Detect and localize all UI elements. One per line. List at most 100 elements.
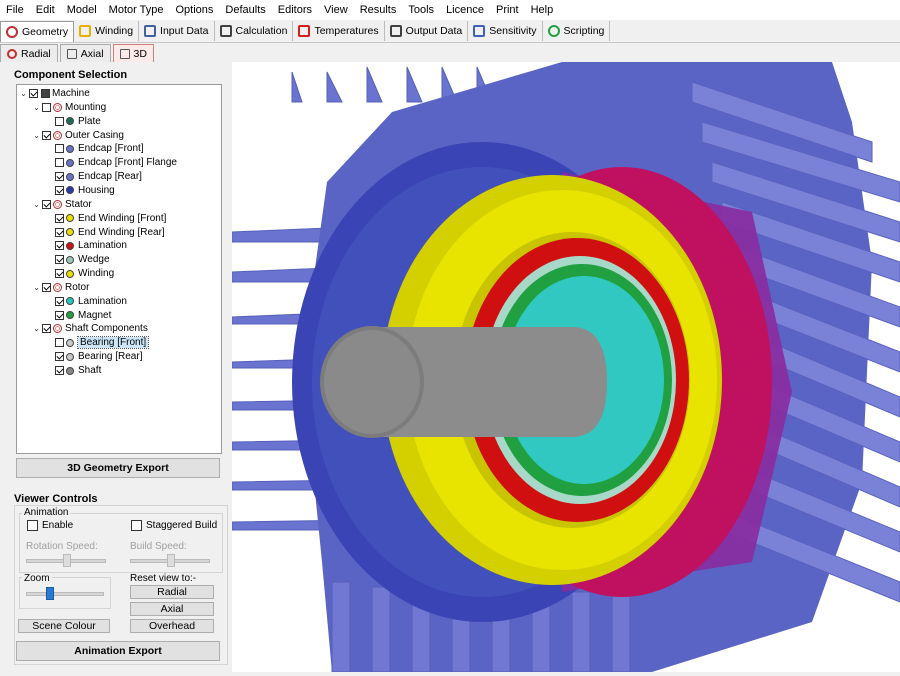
menu-options[interactable]: Options — [170, 4, 220, 16]
scene-colour-button[interactable]: Scene Colour — [18, 619, 110, 633]
tree-node[interactable]: ⌄ Mounting — [32, 101, 106, 114]
menu-edit[interactable]: Edit — [30, 4, 61, 16]
build-speed-label: Build Speed: — [130, 541, 187, 552]
reset-overhead-button[interactable]: Overhead — [130, 619, 214, 633]
animation-export-button[interactable]: Animation Export — [16, 641, 220, 661]
tree-node-checkbox[interactable] — [42, 199, 51, 209]
tree-node[interactable]: Plate — [45, 115, 101, 128]
tree-node[interactable]: Shaft — [45, 364, 101, 377]
tree-node-checkbox[interactable] — [55, 352, 64, 362]
tree-node-checkbox[interactable] — [55, 158, 64, 168]
tree-node-checkbox[interactable] — [55, 296, 64, 306]
menu-view[interactable]: View — [318, 4, 354, 16]
rotation-speed-slider[interactable] — [26, 554, 106, 567]
3d-geometry-export-button[interactable]: 3D Geometry Export — [16, 458, 220, 478]
tab-winding[interactable]: Winding — [74, 21, 140, 41]
tree-node-checkbox[interactable] — [42, 282, 51, 292]
staggered-build-checkbox-box[interactable] — [131, 520, 142, 531]
tab-calculation[interactable]: Calculation — [215, 21, 294, 41]
tree-node[interactable]: ⌄ Stator — [32, 198, 92, 211]
reset-radial-button[interactable]: Radial — [130, 585, 214, 599]
tree-node[interactable]: Winding — [45, 267, 114, 280]
tree-node[interactable]: Magnet — [45, 309, 111, 322]
tab-label: Temperatures — [314, 25, 379, 37]
tab-scripting[interactable]: Scripting — [543, 21, 611, 41]
tree-node-label: Stator — [65, 198, 92, 210]
tree-node-checkbox[interactable] — [55, 185, 64, 195]
menu-licence[interactable]: Licence — [440, 4, 490, 16]
tab-sensitivity[interactable]: Sensitivity — [468, 21, 543, 41]
tree-node-checkbox[interactable] — [42, 102, 51, 112]
menu-motor-type[interactable]: Motor Type — [103, 4, 170, 16]
staggered-build-checkbox[interactable]: Staggered Build — [130, 520, 217, 531]
tree-node-checkbox[interactable] — [55, 213, 64, 223]
tree-node[interactable]: Wedge — [45, 253, 110, 266]
subtab-3d[interactable]: 3D — [112, 44, 154, 62]
tree-node[interactable]: ⌄ Machine — [19, 87, 90, 100]
menu-defaults[interactable]: Defaults — [219, 4, 271, 16]
chevron-down-icon[interactable]: ⌄ — [32, 131, 41, 140]
component-color-icon — [66, 228, 74, 236]
build-speed-slider[interactable] — [130, 554, 210, 567]
tree-node[interactable]: Endcap [Rear] — [45, 170, 142, 183]
tree-node[interactable]: Lamination — [45, 295, 127, 308]
tree-node[interactable]: ⌄ Shaft Components — [32, 322, 148, 335]
enable-checkbox[interactable]: Enable — [26, 520, 73, 531]
left-pane: Component Selection ⌄ Machine ⌄ Mounting Pla… — [8, 64, 230, 666]
tree-node[interactable]: Bearing [Front] — [45, 336, 150, 350]
reset-axial-button[interactable]: Axial — [130, 602, 214, 616]
chevron-down-icon[interactable]: ⌄ — [32, 283, 41, 292]
component-group-icon — [53, 324, 62, 334]
tree-node-label: Lamination — [78, 295, 127, 307]
tree-node-checkbox[interactable] — [55, 255, 64, 265]
tree-node-checkbox[interactable] — [55, 269, 64, 279]
tree-node-checkbox[interactable] — [55, 172, 64, 182]
subtab-axial[interactable]: Axial — [59, 44, 111, 62]
menu-file[interactable]: File — [0, 4, 30, 16]
tree-node[interactable]: ⌄ Outer Casing — [32, 129, 124, 142]
3d-viewer-canvas[interactable] — [232, 62, 900, 672]
chevron-down-icon[interactable]: ⌄ — [32, 200, 41, 209]
tab-output-data[interactable]: Output Data — [385, 21, 469, 41]
tree-node-label: Lamination — [78, 240, 127, 252]
menu-results[interactable]: Results — [354, 4, 403, 16]
tree-node[interactable]: Lamination — [45, 239, 127, 252]
component-color-icon — [66, 297, 74, 306]
tree-node-checkbox[interactable] — [55, 227, 64, 237]
tree-node-checkbox[interactable] — [55, 366, 64, 375]
tree-node-checkbox[interactable] — [55, 144, 64, 154]
subtab-radial[interactable]: Radial — [0, 44, 58, 62]
tree-node-checkbox[interactable] — [55, 116, 64, 126]
zoom-slider[interactable] — [26, 587, 104, 600]
tree-node[interactable]: Bearing [Rear] — [45, 350, 142, 363]
tree-node-checkbox[interactable] — [42, 130, 51, 140]
menu-help[interactable]: Help — [525, 4, 560, 16]
menu-tools[interactable]: Tools — [402, 4, 440, 16]
component-tree[interactable]: ⌄ Machine ⌄ Mounting Plate ⌄ Outer Casing Endca… — [16, 84, 222, 454]
menu-print[interactable]: Print — [490, 4, 525, 16]
chevron-down-icon[interactable]: ⌄ — [32, 324, 41, 333]
tree-node[interactable]: ⌄ Rotor — [32, 281, 89, 294]
tab-input-data[interactable]: Input Data — [139, 21, 215, 41]
tree-node-checkbox[interactable] — [55, 338, 64, 348]
tree-node-checkbox[interactable] — [29, 89, 38, 98]
tree-node-checkbox[interactable] — [42, 324, 51, 334]
tree-node[interactable]: Housing — [45, 184, 115, 197]
chevron-down-icon[interactable]: ⌄ — [19, 89, 28, 98]
tab-temperatures[interactable]: Temperatures — [293, 21, 385, 41]
chevron-down-icon[interactable]: ⌄ — [32, 103, 41, 112]
tree-node[interactable]: End Winding [Rear] — [45, 226, 165, 239]
tree-node-checkbox[interactable] — [55, 241, 64, 251]
enable-checkbox-box[interactable] — [27, 520, 38, 531]
tree-node-label: Rotor — [65, 281, 90, 293]
tree-node-checkbox[interactable] — [55, 310, 64, 320]
tree-node-label: Endcap [Front] Flange — [78, 157, 177, 169]
tree-node[interactable]: Endcap [Front] — [45, 142, 144, 155]
menu-editors[interactable]: Editors — [272, 4, 318, 16]
menu-model[interactable]: Model — [61, 4, 103, 16]
tree-node[interactable]: End Winding [Front] — [45, 212, 166, 225]
winding-icon — [79, 25, 92, 37]
tab-geometry[interactable]: Geometry — [0, 20, 75, 42]
component-selection-title: Component Selection — [14, 69, 128, 81]
tree-node[interactable]: Endcap [Front] Flange — [45, 156, 177, 169]
